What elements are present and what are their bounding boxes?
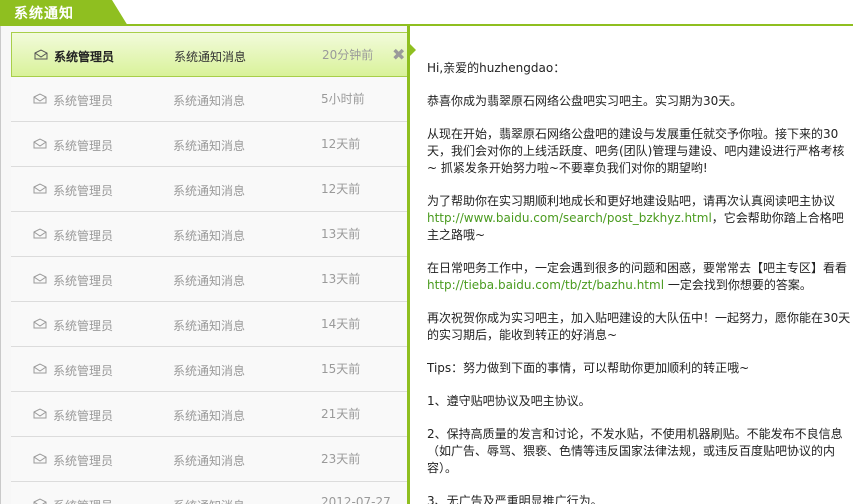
list-item-time: 12天前: [321, 182, 361, 196]
list-item-subject: 系统通知消息: [173, 274, 246, 288]
list-item-time: 14天前: [321, 317, 361, 331]
post-agreement-link[interactable]: http://www.baidu.com/search/post_bzkhyz.…: [427, 211, 712, 225]
message-paragraph: 为了帮助你在实习期顺利地成长和更好地建设贴吧，请再次认真阅读吧主协议 http:/…: [427, 193, 853, 244]
envelope-icon: [33, 228, 47, 239]
list-item-time: 20分钟前: [322, 48, 374, 62]
list-item-time: 15天前: [321, 362, 361, 376]
envelope-icon: [33, 363, 47, 374]
list-item-subject: 系统通知消息: [173, 497, 245, 504]
list-item-sender: 系统管理员: [53, 497, 113, 504]
list-item-subject: 系统通知消息: [173, 229, 246, 243]
list-item-sender: 系统管理员: [53, 274, 114, 288]
list-item-time: 21天前: [321, 407, 361, 421]
list-item-subject: 系统通知消息: [173, 139, 246, 153]
list-item-sender: 系统管理员: [53, 364, 114, 378]
envelope-icon: [33, 273, 47, 284]
list-item[interactable]: 系统管理员 系统通知消息 12天前: [11, 122, 409, 167]
list-item[interactable]: 系统管理员 系统通知消息 14天前: [11, 302, 409, 347]
list-item[interactable]: 系统管理员 系统通知消息 20分钟前 ✖: [11, 32, 409, 77]
list-item[interactable]: 系统管理员 系统通知消息 13天前: [11, 212, 409, 257]
list-item[interactable]: 系统管理员 系统通知消息 13天前: [11, 257, 409, 302]
envelope-icon: [33, 93, 47, 104]
envelope-icon: [33, 498, 47, 504]
list-item-time: 13天前: [321, 272, 361, 286]
list-item[interactable]: 系统管理员 系统通知消息 21天前: [11, 392, 409, 437]
list-item-sender: 系统管理员: [54, 50, 115, 64]
list-item-subject: 系统通知消息: [173, 364, 246, 378]
list-item[interactable]: 系统管理员 系统通知消息 23天前: [11, 437, 409, 482]
page-header: 系统通知: [0, 0, 853, 26]
list-item[interactable]: 系统管理员 系统通知消息 2012-07-27: [11, 482, 409, 504]
message-text: 一定会找到你想要的答案。: [664, 278, 812, 292]
list-item-sender: 系统管理员: [53, 139, 114, 153]
list-item-subject: 系统通知消息: [174, 50, 247, 64]
envelope-icon: [33, 408, 47, 419]
list-item-sender: 系统管理员: [53, 94, 114, 108]
message-paragraph: 在日常吧务工作中，一定会遇到很多的问题和困惑，要常常去【吧主专区】看看 http:…: [427, 260, 853, 294]
list-item-time: 5小时前: [321, 92, 365, 106]
list-item-subject: 系统通知消息: [173, 454, 246, 468]
list-item-sender: 系统管理员: [53, 184, 114, 198]
list-item-sender: 系统管理员: [53, 229, 114, 243]
close-icon[interactable]: ✖: [392, 45, 405, 64]
list-item-subject: 系统通知消息: [173, 184, 246, 198]
list-item[interactable]: 系统管理员 系统通知消息 15天前: [11, 347, 409, 392]
message-paragraph: 1、遵守贴吧协议及吧主协议。: [427, 394, 591, 408]
message-paragraph: 再次祝贺你成为实习吧主，加入贴吧建设的大队伍中！一起努力，愿你能在30天的实习期…: [427, 311, 851, 342]
list-item-time: 23天前: [321, 452, 361, 466]
list-item-subject: 系统通知消息: [173, 94, 246, 108]
notification-list: 系统管理员 系统通知消息 20分钟前 ✖ 系统管理员 系统通知消息 5小时前 系统管理员 系统通…: [0, 26, 409, 504]
list-item-time: 12天前: [321, 137, 361, 151]
panel-divider: [407, 26, 410, 504]
page-title: 系统通知: [14, 6, 74, 22]
message-text: 为了帮助你在实习期顺利地成长和更好地建设贴吧，请再次认真阅读吧主协议: [427, 194, 836, 208]
list-item-subject: 系统通知消息: [173, 319, 246, 333]
message-paragraph: 恭喜你成为翡翠原石网络公盘吧实习吧主。实习期为30天。: [427, 94, 743, 108]
envelope-icon: [33, 453, 47, 464]
envelope-icon: [33, 138, 47, 149]
envelope-icon: [34, 49, 48, 60]
list-item-sender: 系统管理员: [53, 409, 114, 423]
header-tab: 系统通知: [0, 0, 130, 26]
message-paragraph: Tips：努力做到下面的事情，可以帮助你更加顺利的转正哦~: [427, 361, 750, 375]
list-item-time: 2012-07-27: [321, 495, 391, 504]
list-item[interactable]: 系统管理员 系统通知消息 5小时前: [11, 77, 409, 122]
list-item-sender: 系统管理员: [53, 319, 114, 333]
envelope-icon: [33, 318, 47, 329]
message-body: Hi,亲爱的huzhengdao： 恭喜你成为翡翠原石网络公盘吧实习吧主。实习期…: [427, 60, 853, 504]
active-item-pointer: [407, 41, 416, 59]
list-item-time: 13天前: [321, 227, 361, 241]
message-text: 在日常吧务工作中，一定会遇到很多的问题和困惑，要常常去【吧主专区】看看: [427, 261, 848, 275]
message-paragraph: 3、无广告及严重明显推广行为。: [427, 494, 603, 504]
message-paragraph: 2、保持高质量的发言和讨论，不发水贴，不使用机器刷贴。不能发布不良信息（如广告、…: [427, 427, 843, 475]
list-item-sender: 系统管理员: [53, 454, 114, 468]
list-item-subject: 系统通知消息: [173, 409, 246, 423]
message-paragraph: 从现在开始，翡翠原石网络公盘吧的建设与发展重任就交予你啦。接下来的30天，我们会…: [427, 127, 845, 175]
list-item[interactable]: 系统管理员 系统通知消息 12天前: [11, 167, 409, 212]
bazhu-zone-link[interactable]: http://tieba.baidu.com/tb/zt/bazhu.html: [427, 278, 664, 292]
envelope-icon: [33, 183, 47, 194]
message-greeting: Hi,亲爱的huzhengdao：: [427, 61, 566, 75]
